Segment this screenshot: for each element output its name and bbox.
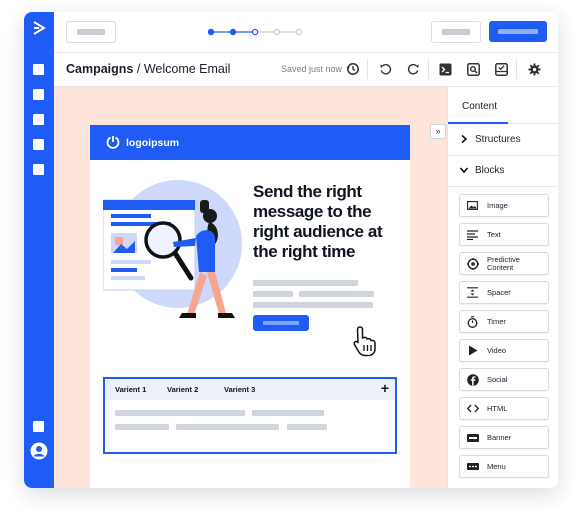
block-spacer[interactable]: Spacer [459,281,549,304]
tab-variant-1[interactable]: Varient 1 [115,385,146,394]
brand-logo-icon [106,136,120,149]
history-icon[interactable] [344,60,362,78]
block-image-label: Image [487,200,508,210]
step-2[interactable] [229,28,237,36]
email-canvas[interactable]: logoipsum Send the right message to the … [54,87,447,488]
back-button[interactable] [66,21,116,43]
sidebar-item-1[interactable] [33,64,44,75]
email-headline[interactable]: Send the right message to the right audi… [253,182,403,262]
gear-icon[interactable] [525,60,543,78]
hand-cursor-icon [353,326,376,357]
block-image[interactable]: Image [459,194,549,217]
sidebar-item-5[interactable] [33,164,44,175]
text-placeholder [176,424,279,430]
content-panel: Content Structures Blocks Image Text Pre… [447,87,558,488]
top-bar [54,12,558,53]
text-placeholder [253,280,358,286]
breadcrumb-section[interactable]: Campaigns [66,62,133,76]
email-cta-button[interactable] [253,315,309,331]
block-menu[interactable]: Menu [459,455,549,478]
block-banner-label: Banner [487,432,512,442]
social-icon [466,373,479,386]
text-placeholder [252,410,324,416]
banner-icon [466,431,479,444]
block-social[interactable]: Social [459,368,549,391]
spacer-icon [466,286,479,299]
text-placeholder [253,291,293,297]
breadcrumb-separator: / [133,62,144,76]
text-icon [466,228,479,241]
tab-variant-3[interactable]: Varient 3 [224,385,255,394]
block-timer-label: Timer [487,316,506,326]
progress-stepper [208,28,303,36]
video-icon [466,344,479,357]
brand-logo-text: logoipsum [126,137,180,149]
tab-content-label: Content [462,101,498,112]
save-status: Saved just now [281,64,343,74]
add-variant-button[interactable]: + [381,380,389,396]
block-spacer-label: Spacer [487,287,511,297]
block-html[interactable]: HTML [459,397,549,420]
code-view-icon[interactable] [436,60,454,78]
app-logo-icon[interactable] [32,21,46,35]
text-placeholder [115,410,245,416]
text-placeholder [115,424,169,430]
section-blocks-label: Blocks [475,165,505,176]
variant-block[interactable]: Varient 1 Varient 2 Varient 3 + [103,377,397,454]
user-avatar-icon[interactable] [30,442,48,460]
text-placeholder [253,302,373,308]
collapse-panel-button[interactable]: » [430,124,446,139]
block-menu-label: Menu [487,461,506,471]
step-4[interactable] [273,28,281,36]
secondary-button[interactable] [431,21,481,43]
section-structures-label: Structures [475,134,521,145]
block-timer[interactable]: Timer [459,310,549,333]
block-social-label: Social [487,374,508,384]
section-structures[interactable]: Structures [448,124,558,156]
undo-icon[interactable] [376,60,394,78]
tab-content[interactable]: Content [448,87,558,124]
hero-illustration [103,180,242,318]
block-predictive-content-label: Predictive Content [487,254,520,272]
section-blocks[interactable]: Blocks [448,155,558,187]
sidebar-item-2[interactable] [33,89,44,100]
sidebar-item-settings[interactable] [33,421,44,432]
approve-icon[interactable] [492,60,510,78]
block-html-label: HTML [487,403,508,413]
editor-toolbar: Campaigns / Welcome Email Saved just now [54,53,558,87]
image-icon [466,199,479,212]
step-5[interactable] [295,28,303,36]
breadcrumb: Campaigns / Welcome Email [66,62,230,76]
redo-icon[interactable] [404,60,422,78]
preview-icon[interactable] [464,60,482,78]
block-text-label: Text [487,229,501,239]
block-text[interactable]: Text [459,223,549,246]
chevron-right-icon [461,134,468,144]
primary-action-button[interactable] [489,21,547,42]
predictive-content-icon [466,257,479,270]
app-window: Campaigns / Welcome Email Saved just now [24,12,558,488]
step-1[interactable] [208,28,215,36]
tab-variant-2[interactable]: Varient 2 [167,385,198,394]
block-video-label: Video [487,345,507,355]
block-predictive-content[interactable]: Predictive Content [459,252,549,275]
chevron-down-icon [459,167,469,174]
sidebar-rail [24,12,54,488]
sidebar-item-4[interactable] [33,139,44,150]
variant-tabs: Varient 1 Varient 2 Varient 3 + [105,379,395,400]
text-placeholder [287,424,327,430]
block-video[interactable]: Video [459,339,549,362]
breadcrumb-page: Welcome Email [143,62,231,76]
step-3[interactable] [251,28,259,36]
menu-icon [466,460,479,473]
sidebar-item-3[interactable] [33,114,44,125]
block-banner[interactable]: Banner [459,426,549,449]
timer-icon [466,315,479,328]
text-placeholder [299,291,374,297]
html-icon [466,402,479,415]
email-template[interactable]: logoipsum Send the right message to the … [90,125,410,488]
email-header[interactable]: logoipsum [90,125,410,160]
